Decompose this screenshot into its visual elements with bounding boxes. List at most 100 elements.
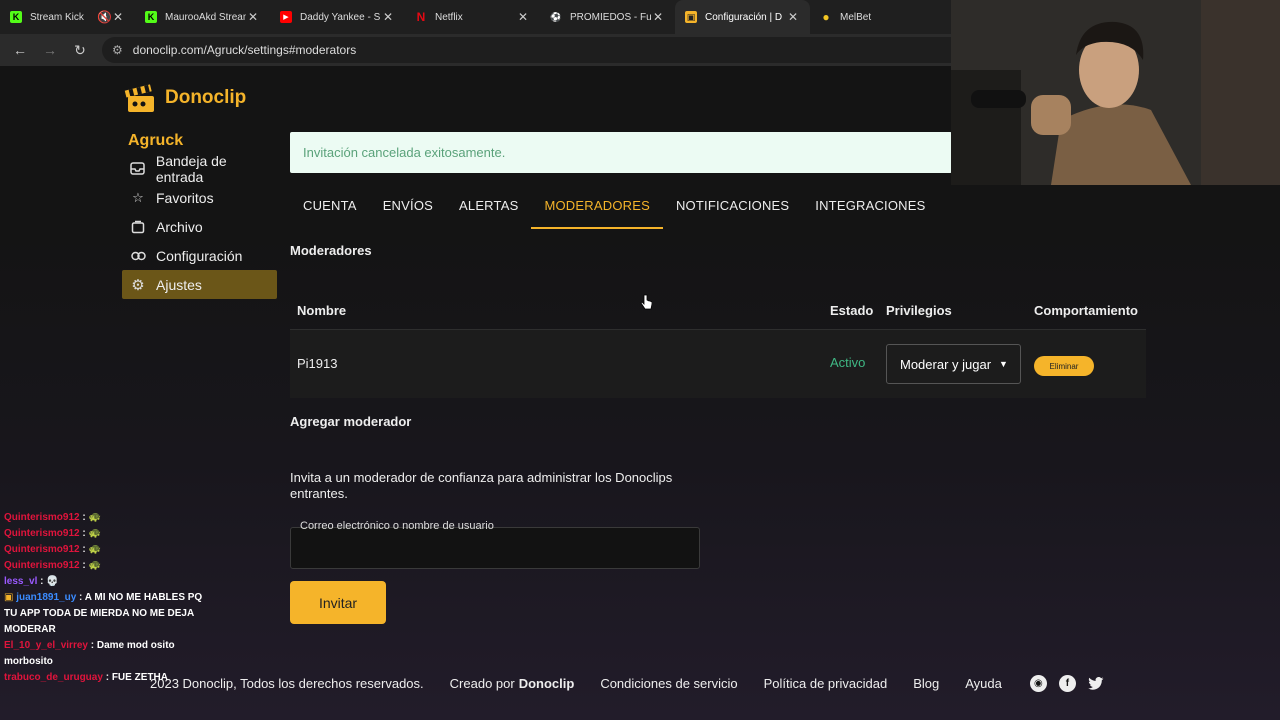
sidebar-item-settings[interactable]: ⚙ Ajustes	[122, 270, 277, 299]
twitter-icon[interactable]	[1088, 675, 1105, 692]
browser-tab[interactable]: ▶ Daddy Yankee - S ✕	[270, 0, 405, 34]
chat-message: trabuco_de_uruguay : FUE ZETHA	[4, 672, 168, 683]
close-tab-icon[interactable]: ✕	[516, 10, 530, 24]
tab-moderators[interactable]: MODERADORES	[531, 190, 663, 229]
inbox-icon	[130, 161, 146, 177]
footer-link-terms[interactable]: Condiciones de servicio	[600, 676, 737, 691]
privileges-value: Moderar y jugar	[900, 356, 992, 372]
hand-cursor-icon	[640, 294, 653, 317]
emote-icon: 💀	[46, 576, 59, 587]
column-privileges: Privilegios	[886, 303, 952, 318]
forward-icon[interactable]: →	[38, 38, 62, 62]
close-tab-icon[interactable]: ✕	[111, 10, 125, 24]
chat-message: Quinterismo912 : 🐢	[4, 560, 101, 571]
invite-description: Invita a un moderador de confianza para …	[290, 470, 673, 501]
tab-title: Netflix	[435, 11, 463, 23]
address-bar[interactable]: ⚙ donoclip.com/Agruck/settings#moderator…	[102, 37, 982, 63]
close-tab-icon[interactable]: ✕	[651, 10, 665, 24]
moderators-table: Nombre Estado Privilegios Comportamiento…	[290, 292, 1146, 398]
chat-username: Quinterismo912	[4, 528, 80, 539]
sidebar-item-label: Favoritos	[156, 189, 214, 206]
chat-message: ▣ juan1891_uy : A MI NO ME HABLES PQ TU …	[4, 592, 203, 635]
add-moderator-heading: Agregar moderador	[290, 414, 412, 429]
emote-icon: 🐢	[88, 512, 101, 523]
success-alert: Invitación cancelada exitosamente.	[290, 132, 952, 173]
browser-tab[interactable]: ● MelBet	[810, 0, 945, 34]
sidebar-item-configuration[interactable]: Configuración	[122, 241, 277, 270]
url-text: donoclip.com/Agruck/settings#moderators	[132, 43, 357, 57]
star-icon: ☆	[132, 189, 144, 205]
sidebar-item-inbox[interactable]: Bandeja de entrada	[122, 152, 277, 185]
brand-logo[interactable]: Donoclip	[123, 82, 246, 114]
chat-username: Quinterismo912	[4, 560, 80, 571]
invite-button[interactable]: Invitar	[290, 581, 386, 624]
sidebar-item-label: Bandeja de entrada	[155, 152, 227, 185]
moderators-heading: Moderadores	[290, 243, 372, 258]
discord-icon[interactable]: ◉	[1029, 675, 1047, 692]
close-tab-icon[interactable]: ✕	[381, 10, 395, 24]
stream-chat-overlay: Quinterismo912 : 🐢 Quinterismo912 : 🐢 Qu…	[0, 510, 205, 686]
created-by-prefix: Creado por	[449, 676, 515, 691]
table-header: Nombre Estado Privilegios Comportamiento	[290, 292, 1146, 330]
browser-tab[interactable]: K MaurooAkd Stream ✕	[135, 0, 270, 34]
status-badge: Activo	[830, 355, 866, 370]
remove-moderator-button[interactable]: Eliminar	[1034, 356, 1094, 376]
sidebar-item-label: Archivo	[156, 218, 203, 235]
footer-link-blog[interactable]: Blog	[913, 676, 939, 691]
youtube-icon: ▶	[280, 11, 292, 23]
alert-message: Invitación cancelada exitosamente.	[303, 145, 506, 160]
tab-notifications[interactable]: NOTIFICACIONES	[663, 190, 802, 229]
tab-submissions[interactable]: ENVÍOS	[370, 190, 446, 229]
netflix-icon: N	[416, 10, 426, 24]
footer-link-help[interactable]: Ayuda	[965, 676, 1002, 691]
username: Agruck	[128, 132, 184, 149]
browser-tab-active[interactable]: ▣ Configuración | D ✕	[675, 0, 810, 34]
sidebar-item-label: Configuración	[156, 247, 243, 264]
close-tab-icon[interactable]: ✕	[786, 10, 800, 24]
settings-tabs: CUENTA ENVÍOS ALERTAS MODERADORES NOTIFI…	[290, 190, 939, 229]
emote-icon: 🐢	[88, 544, 101, 555]
facebook-icon[interactable]: f	[1058, 675, 1076, 692]
browser-tab[interactable]: K Stream Kick 🔇 ✕	[0, 0, 135, 34]
browser-tab[interactable]: N Netflix ✕	[405, 0, 540, 34]
tab-title: MaurooAkd Stream	[165, 11, 246, 23]
invite-input-label: Correo electrónico o nombre de usuario	[300, 520, 494, 532]
back-icon[interactable]: ←	[8, 38, 32, 62]
emote-icon: 🐢	[88, 560, 101, 571]
close-tab-icon[interactable]: ✕	[246, 10, 260, 24]
column-status: Estado	[830, 303, 874, 318]
muted-icon[interactable]: 🔇	[97, 10, 112, 24]
tab-title: MelBet	[840, 11, 872, 23]
emote-icon: 🐢	[88, 528, 101, 539]
caret-down-icon: ▼	[999, 359, 1008, 369]
browser-tab[interactable]: ⚽ PROMIEDOS - Fut ✕	[540, 0, 675, 34]
sidebar-item-favorites[interactable]: ☆ Favoritos	[122, 183, 277, 212]
footer: 2023 Donoclip, Todos los derechos reserv…	[150, 675, 1105, 692]
clapperboard-icon	[123, 82, 159, 114]
created-by: Creado por Donoclip	[450, 676, 575, 691]
reload-icon[interactable]: ↻	[68, 38, 92, 62]
gear-icon: ⚙	[131, 276, 145, 294]
tab-alerts[interactable]: ALERTAS	[446, 190, 531, 229]
chat-message: less_vl : 💀	[4, 576, 59, 587]
sidebar-item-archive[interactable]: Archivo	[122, 212, 277, 241]
tab-integrations[interactable]: INTEGRACIONES	[802, 190, 938, 229]
chat-message: Quinterismo912 : 🐢	[4, 528, 101, 539]
chat-username: Quinterismo912	[4, 512, 80, 523]
tab-title: Configuración | D	[705, 11, 783, 23]
kick-icon: K	[10, 11, 22, 23]
donoclip-icon: ▣	[685, 11, 697, 23]
chat-username: Quinterismo912	[4, 544, 80, 555]
site-info-icon[interactable]: ⚙	[112, 43, 123, 57]
chat-username: trabuco_de_uruguay	[4, 672, 103, 683]
tab-title: Daddy Yankee - S	[300, 11, 381, 23]
privileges-select[interactable]: Moderar y jugar ▼	[886, 344, 1021, 384]
created-by-link[interactable]: Donoclip	[519, 676, 575, 691]
tab-account[interactable]: CUENTA	[290, 190, 370, 229]
chat-username: juan1891_uy	[16, 592, 77, 603]
chat-message: Quinterismo912 : 🐢	[4, 512, 101, 523]
sidebar-item-label: Ajustes	[156, 276, 202, 293]
invite-input[interactable]	[290, 527, 700, 569]
webcam-overlay	[951, 0, 1280, 185]
footer-link-privacy[interactable]: Política de privacidad	[764, 676, 888, 691]
